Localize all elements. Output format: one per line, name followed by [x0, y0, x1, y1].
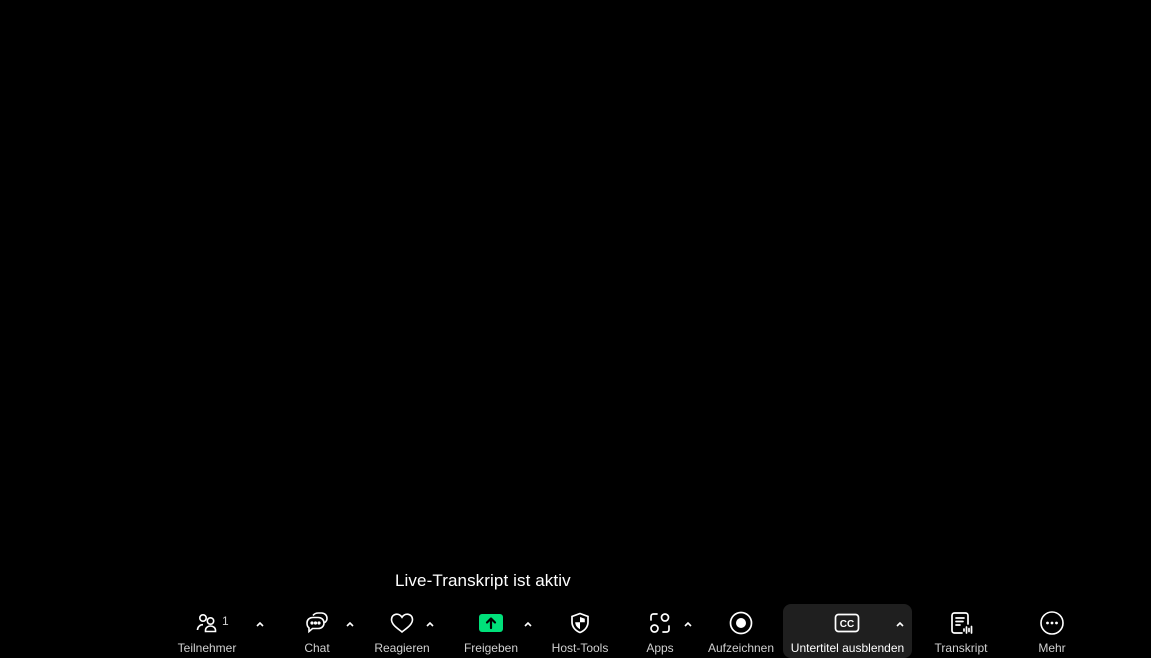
apps-label: Apps	[646, 641, 674, 655]
record-icon	[728, 608, 754, 638]
host-tools-label: Host-Tools	[551, 641, 609, 655]
video-area	[0, 0, 1151, 600]
cc-icon: CC	[834, 608, 860, 638]
participants-icon	[195, 608, 219, 638]
meeting-window: Live-Transkript ist aktiv Teilnehmer 1 C…	[0, 0, 1151, 658]
share-screen-icon	[478, 608, 504, 638]
transcript-label: Transkript	[934, 641, 988, 655]
share-options-caret[interactable]	[520, 616, 536, 632]
participants-options-caret[interactable]	[252, 616, 268, 632]
captions-label: Untertitel ausblenden	[790, 641, 905, 655]
more-label: Mehr	[1038, 641, 1066, 655]
record-label: Aufzeichnen	[707, 641, 775, 655]
chat-button[interactable]: Chat	[292, 604, 342, 658]
chat-icon	[304, 608, 330, 638]
share-screen-button[interactable]: Freigeben	[460, 604, 522, 658]
apps-button[interactable]: Apps	[638, 604, 682, 658]
svg-text:CC: CC	[839, 619, 853, 630]
chat-options-caret[interactable]	[342, 616, 358, 632]
apps-icon	[647, 608, 673, 638]
participants-label: Teilnehmer	[177, 641, 237, 655]
host-tools-button[interactable]: Host-Tools	[546, 604, 614, 658]
more-icon	[1039, 608, 1065, 638]
record-button[interactable]: Aufzeichnen	[704, 604, 778, 658]
participants-count: 1	[222, 614, 229, 628]
heart-icon	[389, 608, 415, 638]
react-options-caret[interactable]	[422, 616, 438, 632]
meeting-toolbar: Teilnehmer 1 Chat Reagieren Freigeben Ho…	[0, 604, 1151, 658]
transcript-icon	[948, 608, 974, 638]
captions-options-caret[interactable]	[892, 616, 908, 632]
apps-options-caret[interactable]	[680, 616, 696, 632]
more-button[interactable]: Mehr	[1030, 604, 1074, 658]
live-transcript-caption: Live-Transkript ist aktiv	[395, 571, 571, 590]
participants-button[interactable]: Teilnehmer	[172, 604, 242, 658]
transcript-button[interactable]: Transkript	[928, 604, 994, 658]
shield-icon	[568, 608, 592, 638]
chat-label: Chat	[304, 641, 330, 655]
share-screen-label: Freigeben	[463, 641, 519, 655]
react-label: Reagieren	[374, 641, 430, 655]
